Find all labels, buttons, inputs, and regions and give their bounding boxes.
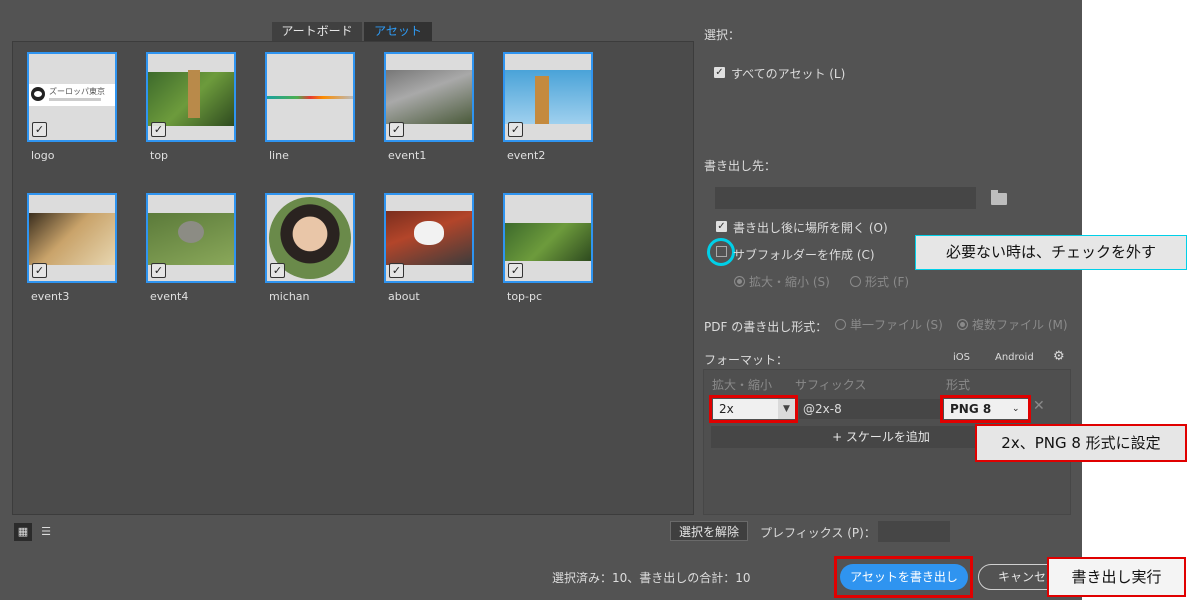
logo-subline bbox=[49, 98, 101, 101]
asset-checkbox[interactable]: ✓ bbox=[508, 263, 523, 278]
giraffe-neck-shape bbox=[188, 70, 200, 118]
all-assets-checkbox[interactable]: ✓ bbox=[714, 67, 725, 78]
pdf-multi-option[interactable]: 複数ファイル (M) bbox=[957, 316, 1068, 333]
column-format: 形式 bbox=[946, 378, 971, 392]
asset-caption: line bbox=[269, 149, 289, 162]
column-suffix: サフィックス bbox=[795, 378, 867, 392]
radio-format[interactable] bbox=[850, 276, 861, 287]
asset-checkbox[interactable]: ✓ bbox=[32, 122, 47, 137]
panda-face-shape bbox=[414, 221, 444, 245]
prefix-field[interactable] bbox=[878, 521, 950, 542]
asset-caption: michan bbox=[269, 290, 310, 303]
asset-caption: event2 bbox=[507, 149, 546, 162]
prefix-label: プレフィックス (P)： bbox=[760, 526, 876, 540]
asset-caption: event3 bbox=[31, 290, 70, 303]
asset-caption: top bbox=[150, 149, 169, 162]
tab-artboard[interactable]: アートボード bbox=[272, 22, 362, 41]
pdf-single-label: 単一ファイル (S) bbox=[850, 318, 943, 332]
asset-tile-michan[interactable]: ✓ bbox=[265, 193, 355, 283]
asset-tile-top[interactable]: ✓ bbox=[146, 52, 236, 142]
giraffe-photo bbox=[505, 223, 591, 261]
callout-format: 2x、PNG 8 形式に設定 bbox=[975, 424, 1187, 462]
asset-tile-event1[interactable]: ✓ bbox=[384, 52, 474, 142]
asset-tile-logo[interactable]: ズーロッパ東京 ✓ bbox=[27, 52, 117, 142]
list-view-icon[interactable]: ☰ bbox=[37, 523, 55, 541]
gear-icon[interactable]: ⚙ bbox=[1053, 349, 1065, 364]
export-dialog: アートボード アセット ズーロッパ東京 ✓ ✓ ✓ ✓ ✓ ✓ ✓ ✓ ✓ lo… bbox=[0, 0, 1082, 600]
asset-caption: logo bbox=[31, 149, 55, 162]
asset-tile-event4[interactable]: ✓ bbox=[146, 193, 236, 283]
export-status: 選択済み：10、書き出しの合計：10 bbox=[552, 571, 751, 585]
select-label: 選択： bbox=[704, 28, 741, 42]
line-graphic bbox=[267, 96, 353, 99]
option-format-label: 形式 (F) bbox=[865, 275, 910, 289]
asset-caption: about bbox=[388, 290, 420, 303]
ios-button[interactable]: iOS bbox=[953, 352, 970, 363]
export-to-label: 書き出し先： bbox=[704, 159, 777, 173]
column-scale: 拡大・縮小 bbox=[712, 378, 773, 392]
lion-photo bbox=[29, 213, 115, 265]
callout-run: 書き出し実行 bbox=[1047, 557, 1186, 597]
formats-label: フォーマット： bbox=[704, 353, 789, 367]
callout-uncheck: 必要ない時は、チェックを外す bbox=[915, 235, 1187, 270]
asset-tile-top-pc[interactable]: ✓ bbox=[503, 193, 593, 283]
asset-checkbox[interactable]: ✓ bbox=[508, 122, 523, 137]
suffix-field[interactable] bbox=[799, 399, 940, 419]
tab-asset[interactable]: アセット bbox=[364, 22, 432, 41]
folder-tab-shape bbox=[991, 190, 998, 194]
deselect-button[interactable]: 選択を解除 bbox=[670, 521, 748, 541]
subfolder-label: サブフォルダーを作成 (C) bbox=[733, 248, 875, 262]
pdf-format-label: PDF の書き出し形式： bbox=[704, 320, 828, 334]
asset-tile-about[interactable]: ✓ bbox=[384, 193, 474, 283]
asset-tile-event3[interactable]: ✓ bbox=[27, 193, 117, 283]
asset-checkbox[interactable]: ✓ bbox=[32, 263, 47, 278]
asset-caption: event1 bbox=[388, 149, 427, 162]
raccoon-face-shape bbox=[178, 221, 204, 243]
remove-scale-icon[interactable]: ✕ bbox=[1033, 398, 1045, 414]
annotation-circle bbox=[707, 238, 735, 266]
annotation-scale-box bbox=[709, 395, 798, 423]
asset-checkbox[interactable]: ✓ bbox=[151, 263, 166, 278]
pdf-multi-label: 複数ファイル (M) bbox=[972, 318, 1068, 332]
radio-multi[interactable] bbox=[957, 319, 968, 330]
asset-tile-event2[interactable]: ✓ bbox=[503, 52, 593, 142]
radio-scale[interactable] bbox=[734, 276, 745, 287]
all-assets-label: すべてのアセット (L) bbox=[731, 67, 846, 81]
lemur-photo bbox=[386, 70, 472, 124]
asset-checkbox[interactable]: ✓ bbox=[151, 122, 166, 137]
open-after-label: 書き出し後に場所を開く (O) bbox=[733, 221, 888, 235]
annotation-export-box bbox=[834, 556, 973, 598]
asset-tile-line[interactable] bbox=[265, 52, 355, 142]
asset-checkbox[interactable]: ✓ bbox=[270, 263, 285, 278]
open-after-checkbox[interactable]: ✓ bbox=[716, 221, 727, 232]
option-scale[interactable]: 拡大・縮小 (S) bbox=[734, 273, 830, 290]
grid-view-icon[interactable]: ▦ bbox=[14, 523, 32, 541]
android-button[interactable]: Android bbox=[995, 352, 1034, 363]
logo-thumbnail: ズーロッパ東京 bbox=[29, 84, 115, 106]
pdf-single-option[interactable]: 単一ファイル (S) bbox=[835, 316, 943, 333]
giraffe-head-shape bbox=[535, 76, 549, 124]
logo-text: ズーロッパ東京 bbox=[49, 87, 105, 96]
asset-checkbox[interactable]: ✓ bbox=[389, 263, 404, 278]
asset-checkbox[interactable]: ✓ bbox=[389, 122, 404, 137]
folder-icon[interactable] bbox=[991, 193, 1007, 205]
option-scale-label: 拡大・縮小 (S) bbox=[749, 275, 830, 289]
panda-face-mark bbox=[34, 91, 42, 97]
annotation-format-box bbox=[940, 395, 1031, 423]
option-format[interactable]: 形式 (F) bbox=[850, 273, 909, 290]
radio-single[interactable] bbox=[835, 319, 846, 330]
asset-caption: top-pc bbox=[507, 290, 543, 303]
asset-caption: event4 bbox=[150, 290, 189, 303]
export-path-field[interactable] bbox=[715, 187, 976, 209]
